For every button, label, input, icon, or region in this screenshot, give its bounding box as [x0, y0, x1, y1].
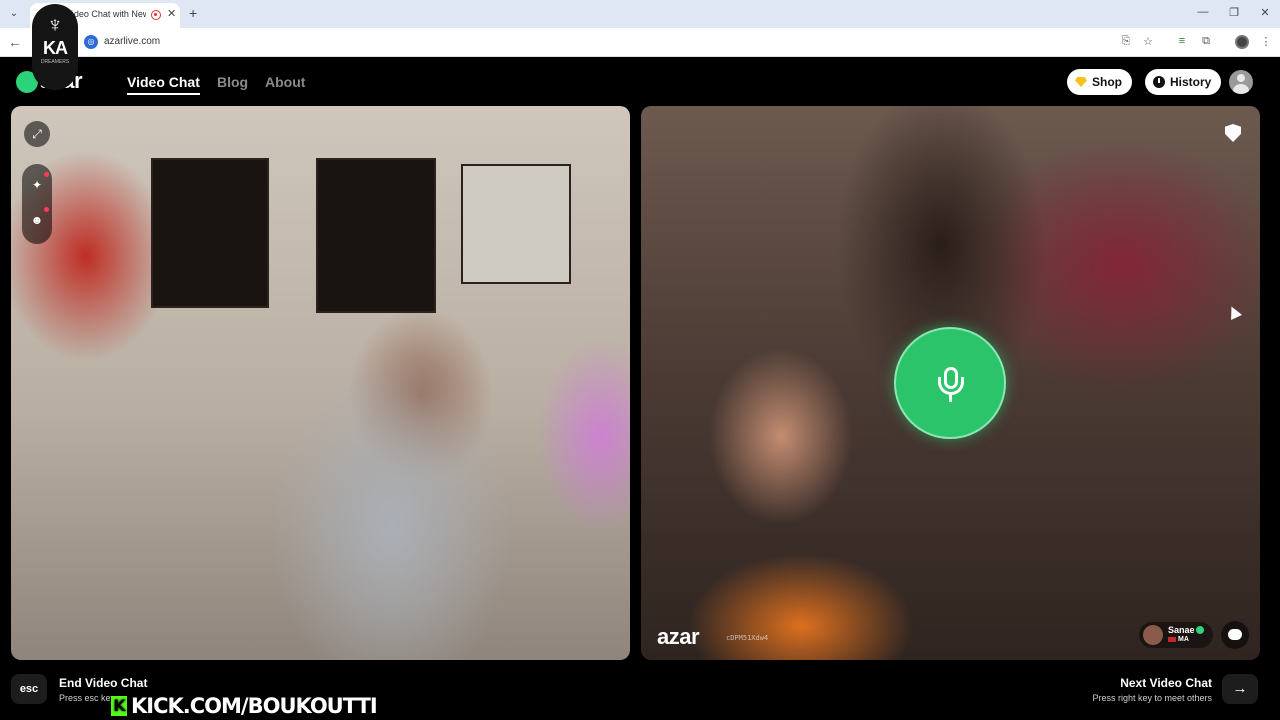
shop-button[interactable]: Shop	[1067, 69, 1132, 95]
chat-bubble-button[interactable]	[1221, 621, 1249, 649]
azar-watermark: azar	[657, 624, 700, 649]
browser-profile-avatar[interactable]	[1235, 35, 1249, 49]
minimize-icon[interactable]: —	[1195, 6, 1211, 18]
phoenix-icon: ♆	[46, 12, 64, 37]
user-avatar[interactable]	[1229, 70, 1253, 94]
history-button[interactable]: History	[1145, 69, 1222, 95]
partner-name: Sanae	[1168, 625, 1195, 635]
tab-title: Video Chat with New	[66, 9, 146, 19]
install-app-icon[interactable]: ⎘	[1119, 35, 1133, 48]
gem-icon	[1075, 77, 1087, 87]
end-video-chat-title[interactable]: End Video Chat	[59, 676, 147, 690]
recording-icon	[151, 10, 161, 20]
partner-country-code: MA	[1178, 636, 1189, 643]
wall-poster	[316, 158, 436, 313]
watermark-id: cDPM51Xdw4	[726, 634, 769, 642]
end-video-chat-hint: Press esc key	[59, 693, 116, 703]
partner-avatar	[1143, 625, 1163, 645]
site-info-icon[interactable]: ◎	[84, 35, 98, 49]
bottom-controls: esc End Video Chat Press esc key K KICK.C…	[0, 662, 1280, 720]
wall-poster	[461, 164, 571, 284]
next-video-chat-hint: Press right key to meet others	[1092, 693, 1212, 703]
partner-video-panel: azar cDPM51Xdw4 Sanae MA	[641, 106, 1260, 660]
nav-about[interactable]: About	[265, 74, 305, 90]
morocco-flag-icon	[1168, 636, 1176, 642]
back-arrow-icon[interactable]: ←	[8, 34, 22, 50]
kick-stream-overlay: K KICK.COM/BOUKOUTTI	[111, 693, 378, 719]
bookmark-star-icon[interactable]: ☆	[1141, 35, 1155, 48]
new-tab-button[interactable]: +	[189, 5, 197, 21]
microphone-arc	[938, 377, 964, 395]
nav-video-chat[interactable]: Video Chat	[127, 74, 200, 95]
notification-dot	[44, 207, 49, 212]
report-shield-icon[interactable]	[1225, 124, 1241, 142]
self-video-panel: ⤢ ✦ ☻	[11, 106, 630, 660]
overlay-logo-caption: DREAMERS	[40, 59, 70, 65]
clock-icon	[1153, 76, 1165, 88]
effects-toolbar: ✦ ☻	[22, 164, 52, 244]
nav-blog[interactable]: Blog	[217, 74, 248, 90]
kick-logo-icon: K	[111, 696, 127, 716]
wall-poster	[151, 158, 269, 308]
address-bar: ← ◎ azarlive.com ⎘ ☆ ≡ ⧉ ⋮	[0, 28, 1280, 57]
browser-menu-icon[interactable]: ⋮	[1259, 35, 1273, 48]
overlay-logo-letters: KA	[43, 38, 68, 58]
microphone-stem	[949, 395, 952, 402]
next-arrow-button[interactable]: →	[1222, 674, 1258, 704]
notification-dot	[44, 172, 49, 177]
extensions-icon[interactable]: ⧉	[1199, 35, 1213, 48]
site-header: azar Video Chat Blog About Shop History	[0, 58, 1280, 104]
restore-icon[interactable]: ❐	[1226, 6, 1242, 19]
next-video-chat-title[interactable]: Next Video Chat	[1120, 676, 1212, 690]
streamer-overlay-logo: ♆ KA DREAMERS	[32, 4, 78, 90]
esc-key-button[interactable]: esc	[11, 674, 47, 704]
expand-icon[interactable]: ⤢	[24, 121, 50, 147]
partner-profile-chip[interactable]: Sanae MA	[1139, 622, 1213, 648]
partner-country: MA	[1168, 636, 1189, 643]
window-close-icon[interactable]: ✕	[1257, 6, 1273, 19]
tab-search-icon[interactable]: ≡	[1175, 35, 1189, 47]
mouse-cursor-icon	[1226, 304, 1242, 320]
shop-label: Shop	[1092, 75, 1122, 89]
history-label: History	[1170, 75, 1212, 89]
microphone-button[interactable]	[894, 327, 1006, 439]
kick-handle: KICK.COM/BOUKOUTTI	[131, 694, 378, 718]
tab-close-icon[interactable]: ✕	[167, 7, 176, 20]
url-field[interactable]: azarlive.com	[104, 36, 160, 47]
tab-list-chevron-icon[interactable]: ⌄	[6, 6, 22, 22]
browser-tab-bar: ⌄ Video Chat with New ✕ + — ❐ ✕	[0, 0, 1280, 28]
verified-badge-icon	[1196, 626, 1204, 634]
